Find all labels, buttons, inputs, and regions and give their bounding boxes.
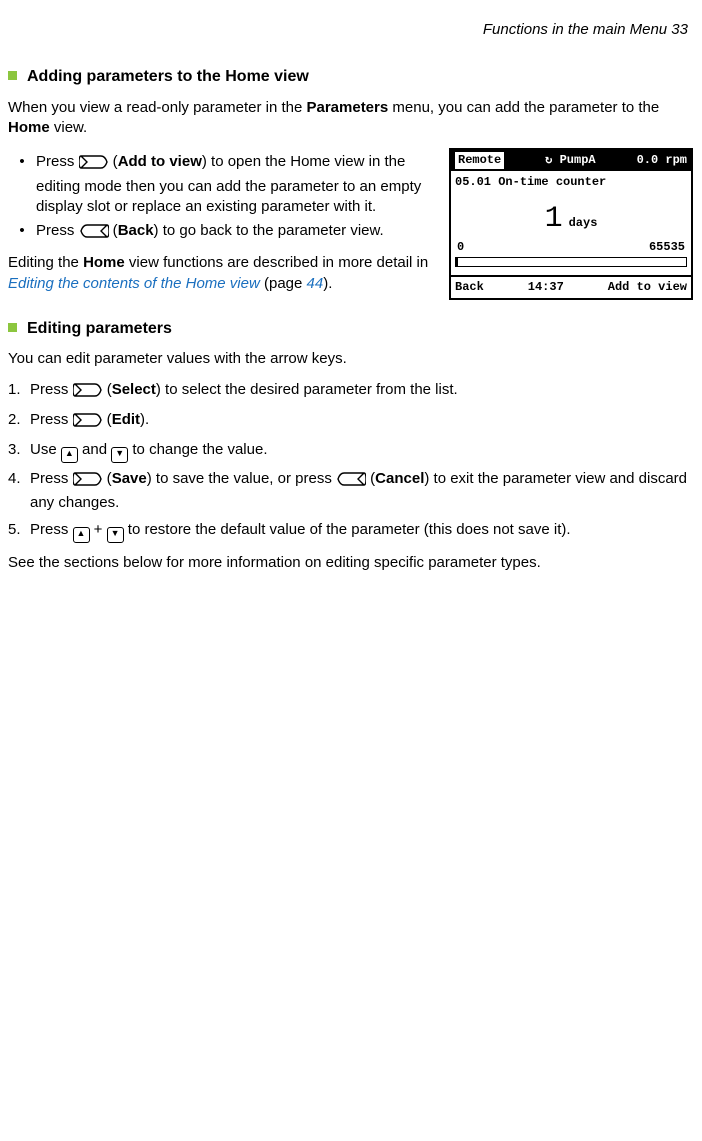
bullet-dot-icon: • (8, 152, 36, 172)
lcd-value: 1days (455, 191, 687, 240)
softkey-right-icon (73, 471, 103, 493)
square-bullet-icon (8, 323, 17, 332)
softkey-right-icon (73, 412, 103, 434)
arrow-down-icon: ▼ (107, 527, 124, 543)
heading-editing-parameters: Editing parameters (8, 318, 694, 340)
heading-adding-parameters: Adding parameters to the Home view (8, 66, 694, 88)
arrow-up-icon: ▲ (73, 527, 90, 543)
lcd-screenshot: Remote ↻ PumpA 0.0 rpm 05.01 On-time cou… (449, 148, 694, 299)
softkey-right-icon (73, 382, 103, 404)
running-header: Functions in the main Menu 33 (8, 20, 694, 40)
rotate-icon: ↻ (545, 152, 552, 168)
step-5: 5. Press ▲ + ▼ to restore the default va… (8, 520, 694, 543)
arrow-up-icon: ▲ (61, 447, 78, 463)
page-link-44[interactable]: 44 (307, 275, 324, 292)
lcd-range: 0 65535 (455, 239, 687, 255)
lcd-soft-left: Back (455, 279, 484, 295)
link-editing-home-view[interactable]: Editing the contents of the Home view (8, 275, 260, 292)
bullet-dot-icon: • (8, 221, 36, 241)
bullet-back: • Press (Back) to go back to the paramet… (8, 221, 439, 245)
lcd-device-name: ↻ PumpA (504, 152, 636, 168)
lcd-mode: Remote (455, 152, 504, 168)
step-3: 3. Use ▲ and ▼ to change the value. (8, 440, 694, 463)
softkey-left-icon (336, 471, 366, 493)
lcd-time: 14:37 (528, 279, 564, 295)
section1-outro: Editing the Home view functions are desc… (8, 253, 439, 294)
lcd-param-name: 05.01 On-time counter (455, 173, 687, 191)
softkey-right-icon (79, 154, 109, 176)
section2-intro: You can edit parameter values with the a… (8, 349, 694, 369)
step-2: 2. Press (Edit). (8, 410, 694, 434)
arrow-down-icon: ▼ (111, 447, 128, 463)
step-1: 1. Press (Select) to select the desired … (8, 380, 694, 404)
softkey-left-icon (79, 223, 109, 245)
lcd-soft-right: Add to view (608, 279, 687, 295)
step-4: 4. Press (Save) to save the value, or pr… (8, 469, 694, 514)
lcd-progress-bar (455, 257, 687, 267)
header-text: Functions in the main Menu 33 (483, 21, 688, 38)
section1-intro: When you view a read-only parameter in t… (8, 98, 694, 139)
bullet-add-to-view: • Press (Add to view) to open the Home v… (8, 152, 439, 217)
lcd-speed: 0.0 rpm (637, 152, 687, 168)
section2-outro: See the sections below for more informat… (8, 553, 694, 573)
square-bullet-icon (8, 71, 17, 80)
